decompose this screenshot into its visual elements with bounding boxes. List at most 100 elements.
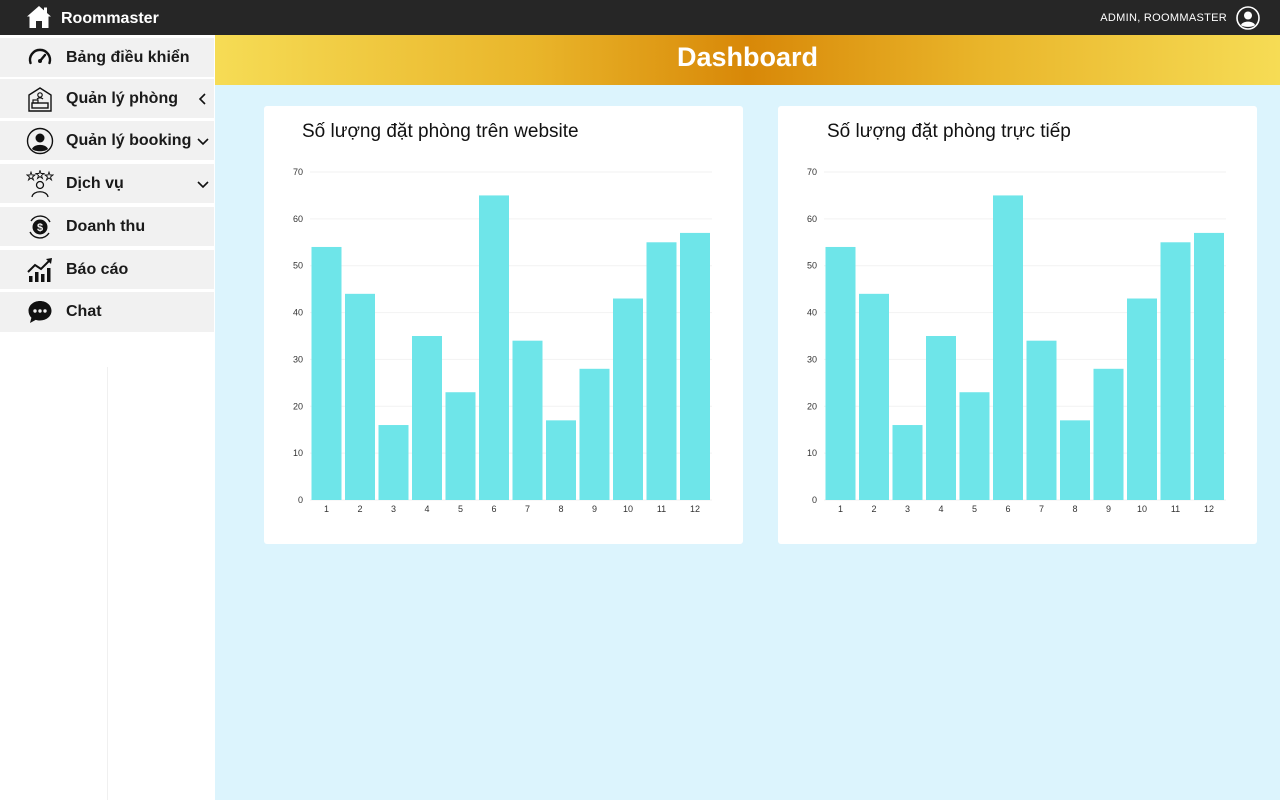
y-tick-label: 70 xyxy=(293,167,303,177)
x-tick-label: 5 xyxy=(458,504,463,514)
y-tick-label: 30 xyxy=(293,354,303,364)
bar[interactable] xyxy=(646,242,677,501)
sidebar-item-label: Doanh thu xyxy=(66,217,146,235)
chevron-left-icon xyxy=(198,92,206,105)
chart-card-website: 0 10 20 30 40 50 60 70 1 2 3 4 5 6 7 8 9 10 11 12 Số lượng … xyxy=(264,106,743,544)
growth-chart-icon xyxy=(26,256,54,284)
bar[interactable] xyxy=(345,293,375,500)
chevron-down-icon xyxy=(197,180,209,188)
svg-text:$: $ xyxy=(37,222,43,234)
sidebar-item-services[interactable]: Dịch vụ xyxy=(0,164,214,203)
x-tick-label: 6 xyxy=(1005,504,1010,514)
sidebar-item-label: Quản lý phòng xyxy=(66,89,178,107)
bar[interactable] xyxy=(1127,298,1157,500)
x-tick-label: 10 xyxy=(623,504,633,514)
sidebar: Bảng điều khiển Quản lý phòng Quản lý bo… xyxy=(0,35,215,800)
bar[interactable] xyxy=(1093,368,1124,500)
chart-title: Số lượng đặt phòng trực tiếp xyxy=(827,121,1071,142)
sidebar-item-label: Quản lý booking xyxy=(66,131,192,149)
y-tick-label: 40 xyxy=(293,308,303,318)
bar[interactable] xyxy=(613,298,643,500)
bar[interactable] xyxy=(479,195,509,500)
x-tick-label: 12 xyxy=(1204,504,1214,514)
bar[interactable] xyxy=(1060,420,1090,500)
app-name: Roommaster xyxy=(61,10,159,27)
x-tick-label: 11 xyxy=(1171,504,1180,514)
sidebar-item-booking[interactable]: Quản lý booking xyxy=(0,121,214,160)
y-tick-label: 20 xyxy=(807,401,817,411)
chevron-down-icon xyxy=(197,137,209,145)
x-tick-label: 5 xyxy=(972,504,977,514)
bar[interactable] xyxy=(1194,232,1224,500)
page-title: Dashboard xyxy=(676,42,819,72)
sidebar-item-label: Bảng điều khiển xyxy=(66,48,190,66)
y-tick-label: 70 xyxy=(807,167,817,177)
sidebar-item-reports[interactable]: Báo cáo xyxy=(0,250,214,289)
x-tick-label: 3 xyxy=(391,504,396,514)
y-tick-label: 0 xyxy=(298,495,303,505)
y-tick-label: 50 xyxy=(807,261,817,271)
bar[interactable] xyxy=(546,420,576,500)
bar[interactable] xyxy=(311,246,342,500)
y-tick-label: 10 xyxy=(293,448,303,458)
x-tick-label: 2 xyxy=(871,504,876,514)
y-tick-label: 30 xyxy=(807,354,817,364)
x-tick-label: 1 xyxy=(838,504,843,514)
page-header: Dashboard xyxy=(215,35,1280,85)
y-tick-label: 20 xyxy=(293,401,303,411)
y-tick-label: 0 xyxy=(812,495,817,505)
sidebar-item-label: Chat xyxy=(66,303,102,320)
x-tick-label: 10 xyxy=(1137,504,1147,514)
x-tick-label: 2 xyxy=(357,504,362,514)
x-tick-label: 4 xyxy=(424,504,429,514)
x-tick-label: 9 xyxy=(1106,504,1111,514)
bar[interactable] xyxy=(1160,242,1191,501)
x-tick-label: 8 xyxy=(1072,504,1077,514)
room-icon xyxy=(26,85,54,113)
x-tick-label: 7 xyxy=(1039,504,1044,514)
x-tick-label: 6 xyxy=(491,504,496,514)
sidebar-item-rooms[interactable]: Quản lý phòng xyxy=(0,79,214,118)
user-menu[interactable]: ADMIN, ROOMMASTER xyxy=(1100,6,1260,30)
bar[interactable] xyxy=(412,336,442,500)
bar[interactable] xyxy=(378,425,409,500)
brand[interactable]: Roommaster xyxy=(26,5,159,29)
bar[interactable] xyxy=(825,246,856,500)
sidebar-item-label: Báo cáo xyxy=(66,260,129,278)
bar[interactable] xyxy=(680,232,710,500)
x-tick-label: 12 xyxy=(690,504,700,514)
bar[interactable] xyxy=(926,336,956,500)
x-tick-label: 7 xyxy=(525,504,530,514)
money-icon: $ xyxy=(26,213,54,241)
chart-card-direct: 0 10 20 30 40 50 60 70 1 2 3 4 5 6 7 8 9 10 11 12 Số lượng … xyxy=(778,106,1257,544)
x-tick-label: 4 xyxy=(938,504,943,514)
y-tick-label: 60 xyxy=(807,214,817,224)
top-navbar: Roommaster ADMIN, ROOMMASTER xyxy=(0,0,1280,35)
bar[interactable] xyxy=(959,392,990,500)
y-tick-label: 60 xyxy=(293,214,303,224)
bar[interactable] xyxy=(892,425,923,500)
y-tick-label: 40 xyxy=(807,308,817,318)
home-icon xyxy=(27,6,51,28)
user-circle-icon xyxy=(26,127,54,155)
x-tick-label: 3 xyxy=(905,504,910,514)
bar[interactable] xyxy=(512,340,543,500)
sidebar-item-dashboard[interactable]: Bảng điều khiển xyxy=(0,38,214,77)
bar[interactable] xyxy=(993,195,1023,500)
x-tick-label: 8 xyxy=(558,504,563,514)
sidebar-item-revenue[interactable]: $ Doanh thu xyxy=(0,207,214,246)
bar[interactable] xyxy=(859,293,889,500)
bar[interactable] xyxy=(579,368,610,500)
sidebar-item-chat[interactable]: Chat xyxy=(0,292,214,332)
user-avatar-icon[interactable] xyxy=(1236,6,1260,30)
bar-chart-website: 0102030405060701 2 3 4 5 6 7 8 9 10 11 12 xyxy=(293,167,712,514)
chart-title: Số lượng đặt phòng trên website xyxy=(302,121,579,142)
x-tick-label: 9 xyxy=(592,504,597,514)
y-tick-label: 10 xyxy=(807,448,817,458)
chat-bubble-icon xyxy=(26,298,54,326)
bar-chart-direct: 0102030405060701 2 3 4 5 6 7 8 9 10 11 12 xyxy=(807,167,1226,514)
bar[interactable] xyxy=(1026,340,1057,500)
sidebar-divider xyxy=(107,367,108,800)
bar[interactable] xyxy=(445,392,476,500)
x-tick-label: 1 xyxy=(324,504,329,514)
